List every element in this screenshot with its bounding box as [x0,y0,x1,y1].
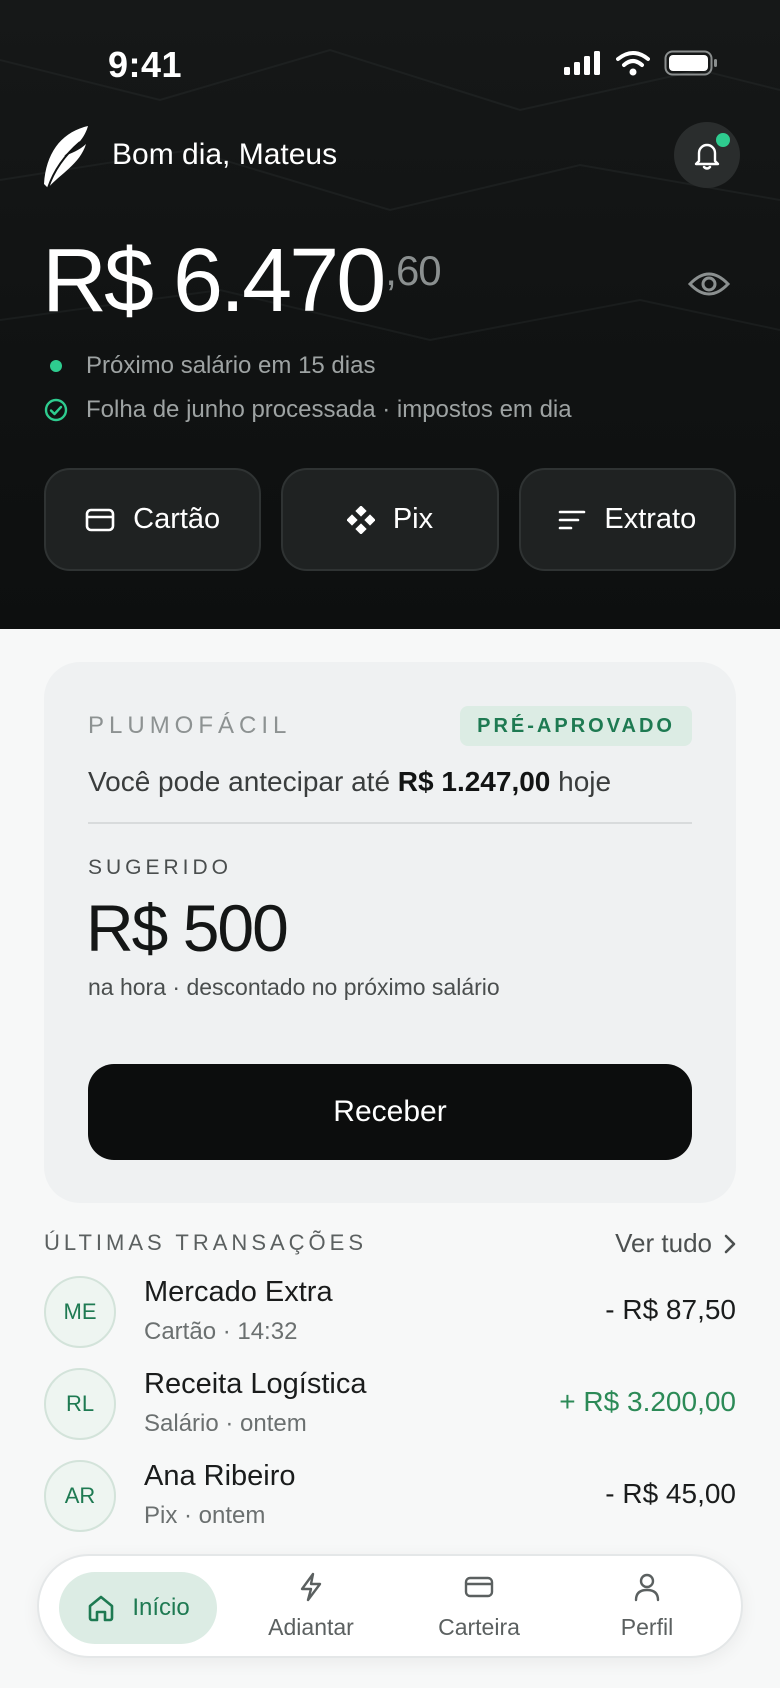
payroll-text: Folha de junho processada · impostos em … [86,396,572,423]
nav-wallet[interactable]: Carteira [409,1572,549,1650]
transactions-title: ÚLTIMAS TRANSAÇÕES [44,1230,368,1255]
transaction-name: Receita Logística [144,1368,367,1400]
green-dot-icon [50,360,62,372]
feather-logo-icon [44,126,88,189]
transaction-amount: + R$ 3.200,00 [559,1386,736,1417]
notification-dot [716,133,730,147]
signal-icon [564,51,600,75]
payroll-info: Folha de junho processada · impostos em … [44,396,572,424]
suggested-value: R$ 500 [86,891,289,965]
home-icon [89,1595,114,1622]
status-time: 9:41 [108,44,183,85]
offer-text-suffix: hoje [558,766,612,797]
transaction-details: Pix · ontem [144,1502,266,1529]
user-icon [634,1573,660,1602]
greeting-text: Bom dia, Mateus [112,138,338,171]
balance-cents: ,60 [385,247,441,294]
nav-advance-label: Adiantar [268,1614,354,1640]
transactions-list: ME Mercado Extra Cartão · 14:32 - R$ 87,… [44,1274,736,1550]
card-button-label: Cartão [133,503,221,535]
transactions-header: ÚLTIMAS TRANSAÇÕES Ver tudo [44,1228,736,1264]
transaction-row[interactable]: AR Ana Ribeiro Pix · ontem - R$ 45,00 [44,1458,736,1550]
quick-actions: Cartão Pix Extrato [44,468,736,571]
balance-amount: R$ 6.470,60 [42,231,442,331]
transaction-amount: - R$ 45,00 [605,1478,736,1509]
nav-home[interactable]: Início [59,1572,217,1644]
statement-button-label: Extrato [604,503,697,535]
receive-button[interactable]: Receber [88,1064,692,1160]
advance-offer-card: PLUMOFÁCIL PRÉ-APROVADO Você pode anteci… [44,662,736,1203]
offer-text-prefix: Você pode antecipar até [88,766,391,797]
transaction-row[interactable]: ME Mercado Extra Cartão · 14:32 - R$ 87,… [44,1274,736,1366]
pix-button[interactable]: Pix [281,468,499,571]
avatar: RL [44,1368,116,1440]
offer-limit-text: Você pode antecipar até R$ 1.247,00 hoje [88,766,611,798]
header-panel: 9:41 Bom dia, Mateus R$ 6.470 ,60 Próxim… [0,0,780,629]
bottom-navigation: Início Adiantar Carteira Perfil [37,1554,743,1658]
transaction-name: Mercado Extra [144,1276,333,1308]
lightning-icon [300,1572,322,1602]
next-salary-text: Próximo salário em 15 dias [86,352,376,379]
see-all-link[interactable]: Ver tudo [615,1228,736,1259]
check-circle-icon [44,398,68,422]
nav-advance[interactable]: Adiantar [241,1572,381,1650]
transaction-details: Salário · ontem [144,1410,307,1437]
notifications-button[interactable] [674,122,740,188]
balance-main: R$ 6.470 [42,231,386,331]
transaction-amount: - R$ 87,50 [605,1294,736,1325]
battery-icon [664,50,717,76]
pix-icon [346,505,375,534]
nav-profile[interactable]: Perfil [577,1572,717,1650]
suggested-note: na hora · descontado no próximo salário [88,974,500,1000]
transaction-name: Ana Ribeiro [144,1460,296,1492]
chevron-right-icon [724,1234,736,1253]
status-bar: 9:41 [0,0,780,120]
card-divider [88,822,692,824]
eye-icon[interactable] [688,270,730,298]
see-all-label: Ver tudo [615,1228,712,1258]
preapproved-badge: PRÉ-APROVADO [460,706,692,746]
avatar: ME [44,1276,116,1348]
card-button[interactable]: Cartão [44,468,262,571]
statement-button[interactable]: Extrato [518,468,736,571]
greeting-row: Bom dia, Mateus [40,122,740,194]
wifi-icon [616,51,650,76]
card-icon [85,508,115,531]
pix-button-label: Pix [392,503,434,535]
wallet-icon [464,1576,494,1598]
suggested-label: SUGERIDO [88,856,233,879]
list-icon [559,510,586,529]
avatar: AR [44,1460,116,1532]
nav-profile-label: Perfil [620,1614,674,1640]
transaction-row[interactable]: RL Receita Logística Salário · ontem + R… [44,1366,736,1458]
offer-brand: PLUMOFÁCIL [88,712,292,739]
next-salary-info: Próximo salário em 15 dias [44,352,375,380]
nav-home-label: Início [132,1594,190,1621]
nav-wallet-label: Carteira [438,1614,520,1640]
offer-limit-value: R$ 1.247,00 [397,766,551,797]
status-icons [564,50,718,76]
transaction-details: Cartão · 14:32 [144,1318,298,1345]
